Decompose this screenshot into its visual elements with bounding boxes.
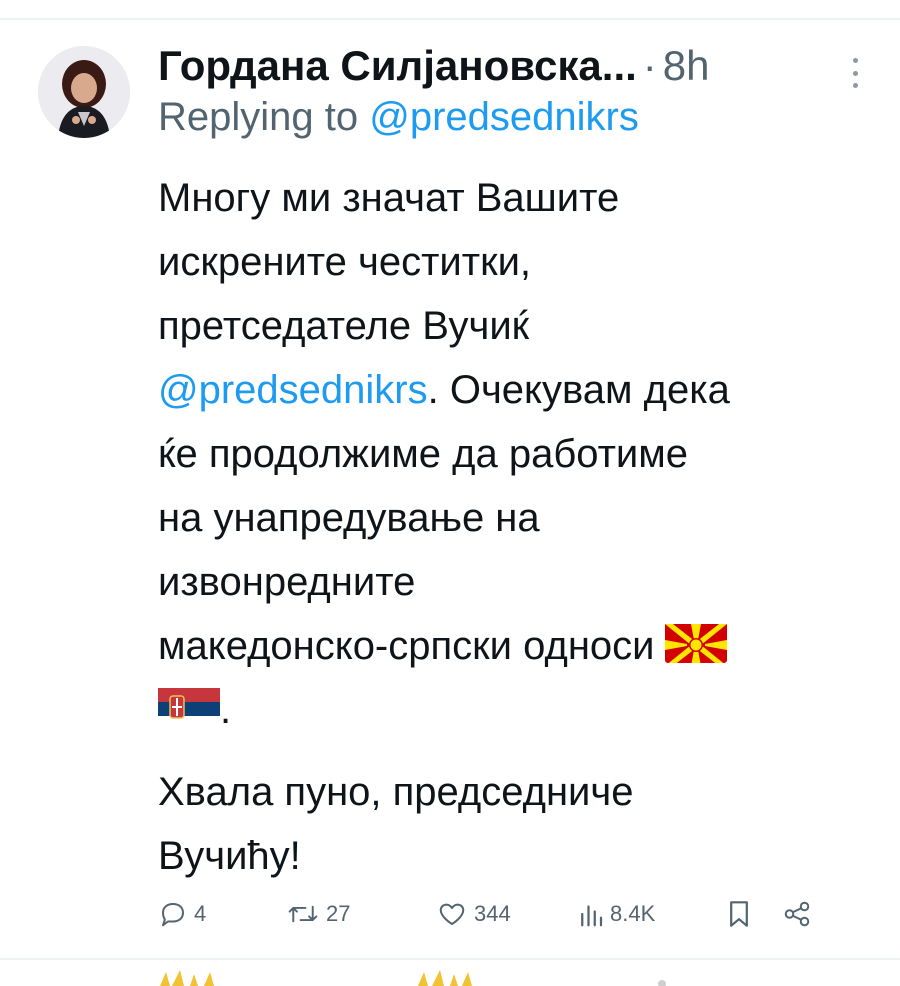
replying-prefix: Replying to [158, 95, 370, 139]
text-line: извонредните [158, 560, 416, 604]
repost-count: 27 [326, 901, 351, 926]
serbia-flag-icon [158, 685, 220, 727]
avatar[interactable] [38, 46, 130, 138]
text-line: македонско-српски односи [158, 624, 655, 668]
tweet-text: Многу ми значат Вашите искрените честитк… [158, 166, 870, 888]
top-divider [0, 18, 900, 20]
like-button[interactable]: 344 [436, 899, 578, 929]
next-tweet-decoration [160, 970, 666, 986]
bottom-divider [0, 958, 900, 960]
text-line: на унапредување на [158, 496, 540, 540]
paragraph-1: Многу ми значат Вашите искрените честитк… [158, 166, 870, 742]
separator-dot: · [642, 42, 657, 89]
avatar-image [38, 46, 130, 138]
tweet-screen: Гордана Силјановска... · 8h Replying to … [0, 0, 900, 986]
bookmark-button[interactable] [726, 898, 782, 930]
timestamp[interactable]: 8h [663, 40, 710, 92]
text-line: искрените честитки, [158, 240, 532, 284]
next-tweet-peek [0, 962, 900, 986]
bookmark-icon [730, 901, 748, 927]
author-row: Гордана Силјановска... · 8h [158, 40, 870, 92]
share-button[interactable] [782, 899, 822, 929]
share-icon [784, 901, 810, 927]
view-count: 8.4K [610, 901, 656, 926]
reply-count: 4 [194, 901, 207, 926]
text-line: претседателе Вучиќ [158, 304, 530, 348]
views-button[interactable]: 8.4K [578, 899, 726, 929]
text-line: Многу ми значат Вашите [158, 176, 620, 220]
action-bar: 4 27 344 8.4K [158, 890, 858, 938]
replying-to: Replying to @predsednikrs [158, 92, 870, 142]
text-line: Вучићу! [158, 834, 301, 878]
heart-icon [439, 903, 465, 925]
replying-handle-link[interactable]: @predsednikrs [369, 95, 639, 139]
like-count: 344 [474, 901, 511, 926]
reply-button[interactable]: 4 [158, 899, 286, 929]
author-name[interactable]: Гордана Силјановска... [158, 40, 637, 92]
repost-button[interactable]: 27 [286, 899, 436, 929]
reply-icon [162, 903, 184, 927]
tweet-header: Гордана Силјановска... · 8h Replying to … [158, 40, 870, 142]
paragraph-2: Хвала пуно, председниче Вучићу! [158, 760, 870, 888]
text-line: . Очекувам дека [427, 368, 730, 412]
macedonia-flag-icon [664, 621, 727, 663]
mention-link[interactable]: @predsednikrs [158, 368, 428, 412]
text-line: ќе продолжиме да работиме [158, 432, 689, 476]
repost-icon [288, 905, 318, 923]
text-line: . [220, 688, 232, 732]
views-icon [581, 905, 603, 927]
text-line: Хвала пуно, председниче [158, 770, 634, 814]
more-options-icon[interactable] [846, 58, 864, 88]
